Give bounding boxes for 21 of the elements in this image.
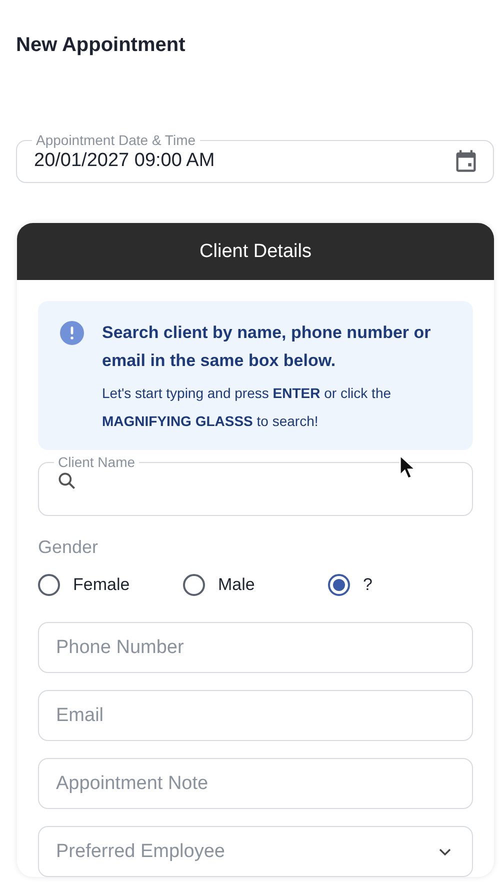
radio-label[interactable]: Male bbox=[218, 575, 255, 595]
search-icon[interactable] bbox=[56, 470, 78, 492]
field-label: Appointment Date & Time bbox=[35, 132, 197, 148]
info-heading: Search client by name, phone number or email in the same box below. bbox=[102, 322, 432, 372]
date-time-field[interactable]: Appointment Date & Time 20/01/2027 09:00 AM bbox=[16, 132, 494, 183]
text-field[interactable]: Appointment Note bbox=[38, 758, 473, 809]
text-field[interactable]: Phone Number bbox=[38, 622, 473, 673]
info-text: Let's start typing and press ENTER or click the MAGNIFYING GLASSS to search! bbox=[102, 384, 392, 431]
date-time-value: 20/01/2027 09:00 AM bbox=[34, 150, 216, 172]
radio-button[interactable] bbox=[38, 574, 60, 596]
page-title: New Appointment bbox=[16, 33, 186, 58]
card-header: Client Details bbox=[17, 223, 494, 280]
gender-label: Gender bbox=[38, 537, 100, 558]
exclamation-icon bbox=[60, 321, 84, 345]
radio-label[interactable]: ? bbox=[363, 575, 372, 595]
radio-label[interactable]: Female bbox=[73, 575, 130, 595]
radio-button[interactable] bbox=[328, 574, 350, 596]
field-label: Client Name bbox=[57, 454, 136, 470]
pointer-cursor-icon bbox=[399, 454, 415, 480]
radio-button[interactable] bbox=[183, 574, 205, 596]
text-field[interactable]: Email bbox=[38, 690, 473, 741]
